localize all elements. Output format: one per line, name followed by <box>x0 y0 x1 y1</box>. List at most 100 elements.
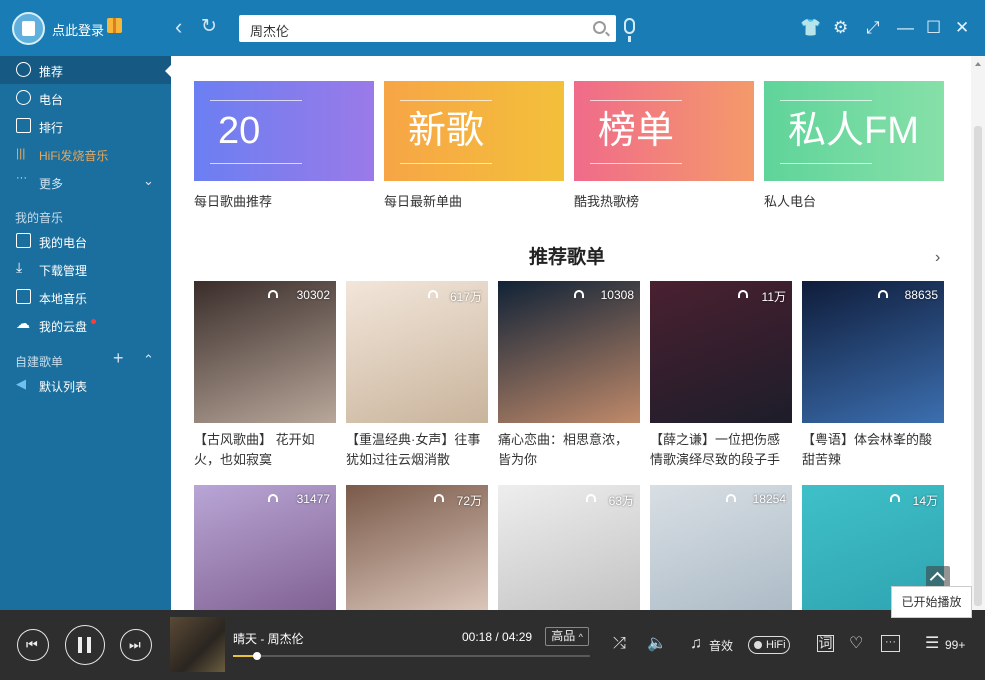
chart-icon <box>16 118 31 133</box>
headphones-icon <box>738 290 748 298</box>
song-title[interactable]: 晴天 - 周杰伦 <box>233 630 304 647</box>
speaker-icon: ◀ <box>16 376 26 391</box>
sidebar-item-radio[interactable]: 电台 <box>0 84 171 112</box>
play-count: 72万 <box>456 494 482 508</box>
notification-dot <box>91 319 96 324</box>
heart-icon[interactable]: ♡ <box>849 635 863 653</box>
sidebar-item-label: 我的电台 <box>39 236 88 250</box>
app-logo-icon[interactable] <box>12 12 45 45</box>
playlist-title[interactable]: 【薛之谦】一位把伤感情歌演绎尽致的段子手 <box>650 430 792 470</box>
lyrics-icon[interactable]: 词 <box>817 635 834 652</box>
maximize-icon[interactable]: ☐ <box>926 18 941 38</box>
sidebar-item-label: HiFi发烧音乐 <box>39 149 109 163</box>
sidebar-item-downloads[interactable]: ⤓ 下载管理 <box>0 255 171 283</box>
playlist-title[interactable]: 痛心恋曲：相思意浓，皆为你 <box>498 430 640 470</box>
scrollbar-thumb[interactable] <box>974 126 982 606</box>
banner-private-fm[interactable]: 私人FM <box>764 81 944 181</box>
playlist-card[interactable]: 31477 <box>194 485 336 610</box>
sidebar-item-label: 更多 <box>39 177 64 191</box>
album-art[interactable] <box>170 617 225 672</box>
playlist-card[interactable]: 11万 <box>650 281 792 423</box>
playlist-title[interactable]: 【重温经典·女声】往事犹如过往云烟消散 <box>346 430 488 470</box>
progress-handle[interactable] <box>253 652 261 660</box>
playlists-heading: 自建歌单 <box>15 355 64 369</box>
settings-icon[interactable]: ⚙ <box>833 18 848 38</box>
playlist-queue-icon[interactable]: ☰ <box>925 635 939 653</box>
search-value: 周杰伦 <box>250 24 290 39</box>
playlist-title[interactable]: 【古风歌曲】 花开如火，也如寂寞 <box>194 430 336 470</box>
banner-caption[interactable]: 私人电台 <box>764 191 816 210</box>
sidebar-item-recommend[interactable]: 推荐 <box>0 56 171 84</box>
banner-daily-recommend[interactable]: 20 <box>194 81 374 181</box>
playlist-title[interactable]: 【粤语】体会林峯的酸甜苦辣 <box>802 430 944 470</box>
sidebar-item-cloud[interactable]: ☁ 我的云盘 <box>0 311 171 339</box>
skin-icon[interactable]: 👕 <box>800 18 821 38</box>
sidebar-item-more[interactable]: ··· 更多 ⌄ <box>0 168 171 196</box>
title-bar: 点此登录 ‹ ↻ 周杰伦 👕 ⚙ ⤢ — ☐ ✕ <box>0 0 985 56</box>
waveform-icon: ||| <box>16 146 26 160</box>
playlist-card[interactable]: 88635 <box>802 281 944 423</box>
sidebar-item-ranking[interactable]: 排行 <box>0 112 171 140</box>
playlist-card[interactable]: 18254 <box>650 485 792 610</box>
sidebar-item-label: 本地音乐 <box>39 292 88 306</box>
radio-box-icon <box>16 233 31 248</box>
banner-caption[interactable]: 每日最新单曲 <box>384 191 462 210</box>
banner-new-songs[interactable]: 新歌 <box>384 81 564 181</box>
progress-bar[interactable] <box>233 652 590 660</box>
gift-icon[interactable] <box>107 18 122 33</box>
volume-icon[interactable]: 🔈 <box>647 635 667 653</box>
sidebar: 推荐 电台 排行 ||| HiFi发烧音乐 ··· 更多 ⌄ 我的音乐 我的电台… <box>0 56 171 610</box>
chevron-down-icon[interactable]: ⌄ <box>143 173 154 189</box>
chevron-right-icon[interactable]: › <box>935 249 940 267</box>
search-input[interactable]: 周杰伦 <box>239 15 616 42</box>
dots-icon: ··· <box>16 172 27 184</box>
section-title: 推荐歌单 <box>529 247 606 268</box>
previous-button[interactable]: ⏮ <box>17 629 49 661</box>
banner-caption[interactable]: 酷我热歌榜 <box>574 191 639 210</box>
play-count: 18254 <box>752 492 786 506</box>
sound-effect-label[interactable]: 音效 <box>709 637 733 654</box>
shuffle-icon[interactable]: ⤮ <box>613 635 626 653</box>
vertical-scrollbar[interactable] <box>971 56 985 610</box>
playlist-card[interactable]: 10308 <box>498 281 640 423</box>
mini-mode-icon[interactable]: ⤢ <box>866 18 880 38</box>
playlist-card[interactable]: 617万 <box>346 281 488 423</box>
play-count: 10308 <box>600 288 634 302</box>
search-icon[interactable] <box>593 21 606 34</box>
chevron-up-icon[interactable]: ⌃ <box>143 352 154 368</box>
close-icon[interactable]: ✕ <box>955 18 969 38</box>
pause-button[interactable] <box>65 625 105 665</box>
playlist-card[interactable]: 30302 <box>194 281 336 423</box>
sidebar-item-local-music[interactable]: 本地音乐 <box>0 283 171 311</box>
disc-icon <box>16 62 31 77</box>
headphones-icon <box>428 290 438 298</box>
sidebar-item-label: 下载管理 <box>39 264 88 278</box>
main-content: 20 新歌 榜单 私人FM 每日歌曲推荐 每日最新单曲 酷我热歌榜 私人电台 推… <box>171 56 985 610</box>
login-link[interactable]: 点此登录 <box>52 20 104 39</box>
play-count: 617万 <box>449 290 482 304</box>
sidebar-item-default-list[interactable]: ◀ 默认列表 <box>0 371 171 399</box>
back-icon[interactable]: ‹ <box>175 14 182 40</box>
radio-icon <box>16 90 31 105</box>
microphone-icon[interactable] <box>624 18 635 42</box>
playlist-card[interactable]: 63万 <box>498 485 640 610</box>
banner-charts[interactable]: 榜单 <box>574 81 754 181</box>
music-note-icon[interactable]: ♫ <box>690 635 702 653</box>
add-playlist-icon[interactable]: + <box>113 348 124 369</box>
next-button[interactable]: ⏭ <box>120 629 152 661</box>
more-icon[interactable]: ··· <box>881 635 900 652</box>
monitor-icon <box>16 289 31 304</box>
banner-label: 私人FM <box>788 110 919 152</box>
refresh-icon[interactable]: ↻ <box>201 14 217 40</box>
sidebar-item-my-radio[interactable]: 我的电台 <box>0 227 171 255</box>
banner-label: 榜单 <box>598 110 675 152</box>
sidebar-item-label: 电台 <box>39 93 64 107</box>
scroll-up-arrow-icon[interactable] <box>975 62 981 66</box>
quality-select[interactable]: 高品 ^ <box>545 627 589 646</box>
hifi-toggle[interactable]: HiFi <box>748 636 790 654</box>
next-icon: ⏭ <box>129 637 141 652</box>
banner-caption[interactable]: 每日歌曲推荐 <box>194 191 272 210</box>
minimize-icon[interactable]: — <box>897 18 914 38</box>
playlist-card[interactable]: 72万 <box>346 485 488 610</box>
sidebar-item-hifi[interactable]: ||| HiFi发烧音乐 <box>0 140 171 168</box>
